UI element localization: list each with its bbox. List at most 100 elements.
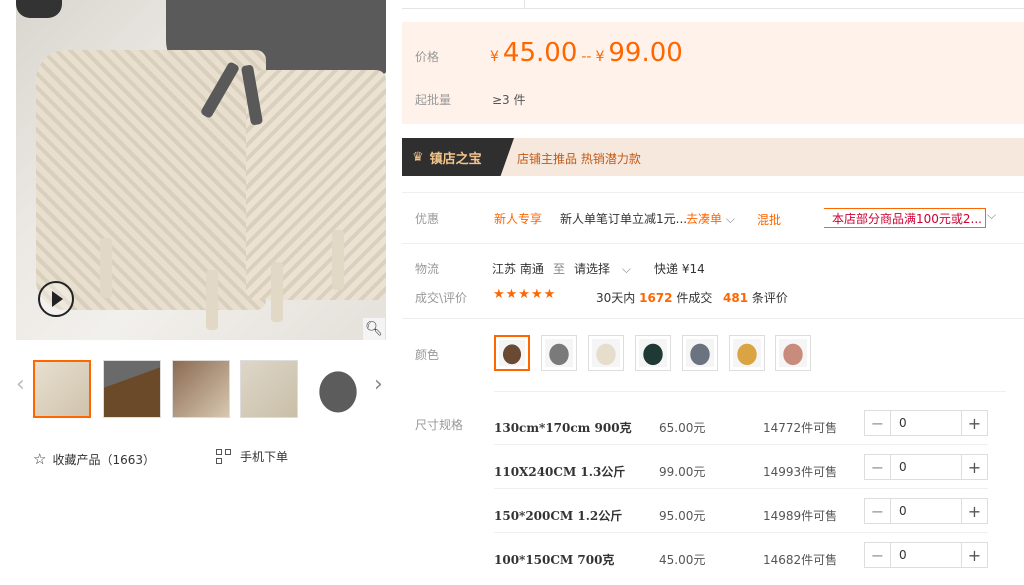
chevron-down-icon: ⌵ bbox=[725, 212, 735, 226]
size-name: 110X240CM 1.3公斤 bbox=[494, 465, 626, 479]
ship-destination-select[interactable]: 请选择 ⌵ bbox=[574, 260, 631, 277]
color-swatch[interactable] bbox=[588, 335, 624, 371]
color-swatch[interactable] bbox=[729, 335, 765, 371]
color-swatch-fill bbox=[639, 339, 667, 367]
rating-stars: ★★★★★ bbox=[493, 287, 557, 302]
tassel bbox=[271, 262, 283, 322]
play-video-icon[interactable] bbox=[38, 281, 74, 317]
ship-to-separator: 至 bbox=[553, 262, 566, 276]
promo-label: 优惠 bbox=[415, 212, 440, 226]
blanket-cream-fold bbox=[246, 70, 386, 300]
promo-banner-text: 本店部分商品满100元或2... bbox=[832, 212, 982, 226]
zoom-icon[interactable]: 🔍︎ bbox=[363, 318, 385, 340]
divider bbox=[402, 243, 1024, 244]
review-suffix: 条评价 bbox=[751, 291, 788, 305]
thumb-next-icon[interactable]: › bbox=[374, 372, 383, 397]
promo-mix-link[interactable]: 混批 bbox=[757, 211, 781, 228]
moq-value: ≥3 件 bbox=[492, 93, 526, 107]
quantity-stepper: −+ bbox=[864, 542, 988, 568]
row-divider bbox=[494, 444, 988, 445]
price-separator: -- bbox=[581, 49, 592, 65]
divider bbox=[494, 391, 1006, 392]
promo-banner[interactable]: 本店部分商品满100元或2... bbox=[824, 208, 986, 228]
color-swatch[interactable] bbox=[635, 335, 671, 371]
size-stock: 14682件可售 bbox=[763, 553, 838, 567]
minus-icon[interactable]: − bbox=[865, 455, 891, 479]
currency-symbol: ¥ bbox=[595, 49, 605, 65]
favorite-label: 收藏产品（1663） bbox=[52, 452, 155, 467]
thumb-prev-icon[interactable]: ‹ bbox=[16, 372, 25, 397]
tassel bbox=[100, 238, 112, 298]
size-row: 110X240CM 1.3公斤 99.00元 14993件可售 − + bbox=[494, 454, 988, 492]
tassel bbox=[332, 230, 344, 290]
thumbnail[interactable] bbox=[240, 360, 298, 418]
moq-label: 起批量 bbox=[415, 93, 452, 107]
size-label: 尺寸规格 bbox=[415, 418, 464, 432]
mobile-order-label: 手机下单 bbox=[240, 450, 289, 464]
quantity-input[interactable] bbox=[891, 543, 961, 567]
size-price: 65.00元 bbox=[659, 421, 706, 435]
row-divider bbox=[494, 532, 988, 533]
quantity-input[interactable] bbox=[891, 455, 961, 479]
minus-icon[interactable]: − bbox=[865, 543, 891, 567]
thumbnail[interactable] bbox=[309, 360, 367, 418]
minus-icon[interactable]: − bbox=[865, 499, 891, 523]
size-stock: 14993件可售 bbox=[763, 465, 838, 479]
quantity-input[interactable] bbox=[891, 499, 961, 523]
color-swatch[interactable] bbox=[682, 335, 718, 371]
plus-icon[interactable]: + bbox=[961, 499, 987, 523]
ship-method: 快递 ¥14 bbox=[654, 262, 705, 276]
color-swatch-fill bbox=[545, 339, 573, 367]
plus-icon[interactable]: + bbox=[961, 455, 987, 479]
size-row: 150*200CM 1.2公斤95.00元14989件可售−+ bbox=[494, 498, 988, 536]
price-label: 价格 bbox=[415, 50, 440, 64]
deal-stats: 30天内 1672 件成交 bbox=[596, 289, 712, 306]
color-label: 颜色 bbox=[415, 348, 440, 362]
size-name: 100*150CM 700克 bbox=[494, 553, 615, 567]
mobile-order-link[interactable]: 手机下单 bbox=[216, 448, 288, 465]
review-count-link[interactable]: 481 条评价 bbox=[723, 289, 788, 306]
thumbnail[interactable] bbox=[103, 360, 161, 418]
size-name: 150*200CM 1.2公斤 bbox=[494, 509, 623, 523]
shop-logo bbox=[16, 0, 62, 18]
size-name: 130cm*170cm 900克 bbox=[494, 421, 632, 435]
favorite-product-link[interactable]: ☆ 收藏产品（1663） bbox=[33, 450, 155, 468]
thumbnail[interactable] bbox=[172, 360, 230, 418]
minus-icon[interactable]: − bbox=[865, 411, 891, 435]
price-range: ¥ 45.00 -- ¥ 99.00 bbox=[490, 38, 683, 68]
promo-description: 新人单笔订单立减1元... bbox=[560, 212, 688, 226]
shop-treasure-badge: ♛ 镇店之宝 bbox=[402, 138, 514, 176]
color-swatch-fill bbox=[686, 339, 714, 367]
chevron-down-icon: ⌵ bbox=[621, 262, 631, 276]
color-swatch[interactable] bbox=[541, 335, 577, 371]
shipping-label: 物流 bbox=[415, 262, 440, 276]
color-swatch-fill bbox=[733, 339, 761, 367]
deal-stats-prefix: 30天内 bbox=[596, 291, 636, 305]
plus-icon[interactable]: + bbox=[961, 411, 987, 435]
ship-from: 江苏 南通 bbox=[492, 262, 544, 276]
promo-newcomer-tag: 新人专享 bbox=[494, 212, 543, 226]
plus-icon[interactable]: + bbox=[961, 543, 987, 567]
divider bbox=[402, 318, 1024, 319]
cart-link-label: 去凑单 bbox=[686, 212, 723, 226]
size-stock: 14989件可售 bbox=[763, 509, 838, 523]
star-icon: ☆ bbox=[33, 450, 47, 468]
shop-badge-label: 镇店之宝 bbox=[429, 151, 482, 167]
size-price: 99.00元 bbox=[659, 465, 706, 479]
row-divider bbox=[494, 488, 988, 489]
sold-count: 1672 bbox=[639, 291, 673, 305]
color-swatch[interactable] bbox=[775, 335, 811, 371]
quantity-input[interactable] bbox=[891, 411, 961, 435]
color-swatch[interactable] bbox=[494, 335, 530, 371]
shop-tagline: 店铺主推品 热销潜力款 bbox=[517, 152, 641, 166]
ship-select-label: 请选择 bbox=[574, 262, 611, 276]
size-price: 95.00元 bbox=[659, 509, 706, 523]
shop-treasure-bar[interactable]: ♛ 镇店之宝 店铺主推品 热销潜力款 bbox=[402, 138, 1024, 176]
thumbnail[interactable] bbox=[33, 360, 91, 418]
tassel bbox=[206, 270, 218, 330]
promo-cart-link[interactable]: 去凑单 ⌵ bbox=[686, 210, 735, 227]
color-swatch-fill bbox=[499, 340, 525, 366]
chevron-down-icon[interactable]: ⌵ bbox=[987, 208, 996, 223]
blanket-cream bbox=[36, 50, 266, 310]
quantity-stepper: −+ bbox=[864, 498, 988, 524]
